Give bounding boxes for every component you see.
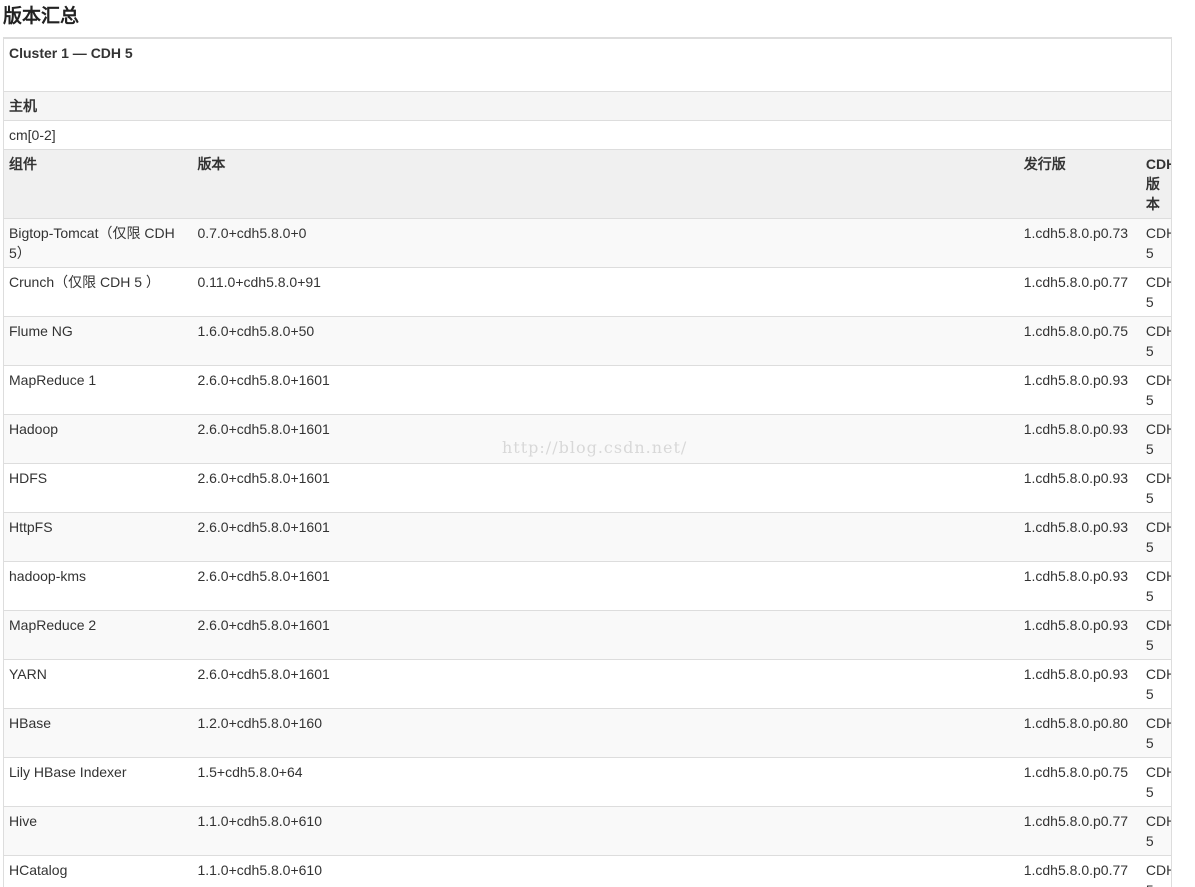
cell-version: 2.6.0+cdh5.8.0+1601 (192, 513, 1018, 562)
header-release: 发行版 (1019, 150, 1141, 219)
cell-version: 2.6.0+cdh5.8.0+1601 (192, 611, 1018, 660)
table-row: Lily HBase Indexer1.5+cdh5.8.0+641.cdh5.… (4, 758, 1172, 807)
cell-release: 1.cdh5.8.0.p0.93 (1019, 513, 1141, 562)
cell-version: 1.1.0+cdh5.8.0+610 (192, 856, 1018, 887)
table-row: HDFS2.6.0+cdh5.8.0+16011.cdh5.8.0.p0.93C… (4, 464, 1172, 513)
hosts-label-row: 主机 (4, 92, 1172, 121)
hosts-value: cm[0-2] (4, 121, 1172, 150)
hosts-value-row: cm[0-2] (4, 121, 1172, 150)
header-component: 组件 (4, 150, 192, 219)
cell-version: 1.2.0+cdh5.8.0+160 (192, 709, 1018, 758)
cell-cdh-version: CDH 5 (1141, 219, 1172, 268)
cell-component: HDFS (4, 464, 192, 513)
cell-component: Flume NG (4, 317, 192, 366)
page-title: 版本汇总 (3, 3, 79, 29)
cell-version: 1.1.0+cdh5.8.0+610 (192, 807, 1018, 856)
cell-release: 1.cdh5.8.0.p0.93 (1019, 464, 1141, 513)
cell-component: Crunch（仅限 CDH 5 ） (4, 268, 192, 317)
cell-cdh-version: CDH 5 (1141, 709, 1172, 758)
cell-cdh-version: CDH 5 (1141, 268, 1172, 317)
cell-cdh-version: CDH 5 (1141, 807, 1172, 856)
cell-cdh-version: CDH 5 (1141, 660, 1172, 709)
cell-component: MapReduce 1 (4, 366, 192, 415)
cell-cdh-version: CDH 5 (1141, 415, 1172, 464)
version-summary-table: Cluster 1 — CDH 5 主机 cm[0-2] 组件 版本 发行版 C… (4, 38, 1172, 887)
cluster-row: Cluster 1 — CDH 5 (4, 39, 1172, 92)
cell-version: 2.6.0+cdh5.8.0+1601 (192, 415, 1018, 464)
header-cdh-version: CDH 版本 (1141, 150, 1172, 219)
cell-component: HBase (4, 709, 192, 758)
table-row: YARN2.6.0+cdh5.8.0+16011.cdh5.8.0.p0.93C… (4, 660, 1172, 709)
hosts-label: 主机 (4, 92, 1172, 121)
cell-release: 1.cdh5.8.0.p0.93 (1019, 660, 1141, 709)
cell-component: Hive (4, 807, 192, 856)
cell-version: 2.6.0+cdh5.8.0+1601 (192, 660, 1018, 709)
cell-version: 2.6.0+cdh5.8.0+1601 (192, 562, 1018, 611)
cell-cdh-version: CDH 5 (1141, 317, 1172, 366)
cell-cdh-version: CDH 5 (1141, 562, 1172, 611)
cell-component: HCatalog (4, 856, 192, 887)
table-row: Crunch（仅限 CDH 5 ）0.11.0+cdh5.8.0+911.cdh… (4, 268, 1172, 317)
cell-component: hadoop-kms (4, 562, 192, 611)
cell-cdh-version: CDH 5 (1141, 856, 1172, 887)
cell-cdh-version: CDH 5 (1141, 366, 1172, 415)
cell-version: 1.6.0+cdh5.8.0+50 (192, 317, 1018, 366)
cell-component: HttpFS (4, 513, 192, 562)
cell-cdh-version: CDH 5 (1141, 513, 1172, 562)
table-row: Hadoop2.6.0+cdh5.8.0+16011.cdh5.8.0.p0.9… (4, 415, 1172, 464)
cell-release: 1.cdh5.8.0.p0.77 (1019, 807, 1141, 856)
cell-version: 0.11.0+cdh5.8.0+91 (192, 268, 1018, 317)
table-row: Hive1.1.0+cdh5.8.0+6101.cdh5.8.0.p0.77CD… (4, 807, 1172, 856)
cluster-name: Cluster 1 — CDH 5 (4, 39, 1172, 92)
cell-component: Bigtop-Tomcat（仅限 CDH 5） (4, 219, 192, 268)
table-row: MapReduce 22.6.0+cdh5.8.0+16011.cdh5.8.0… (4, 611, 1172, 660)
table-row: HttpFS2.6.0+cdh5.8.0+16011.cdh5.8.0.p0.9… (4, 513, 1172, 562)
cell-version: 0.7.0+cdh5.8.0+0 (192, 219, 1018, 268)
cell-version: 2.6.0+cdh5.8.0+1601 (192, 464, 1018, 513)
cell-component: YARN (4, 660, 192, 709)
cell-component: MapReduce 2 (4, 611, 192, 660)
cell-release: 1.cdh5.8.0.p0.93 (1019, 611, 1141, 660)
table-row: Bigtop-Tomcat（仅限 CDH 5）0.7.0+cdh5.8.0+01… (4, 219, 1172, 268)
cell-component: Lily HBase Indexer (4, 758, 192, 807)
table-row: hadoop-kms2.6.0+cdh5.8.0+16011.cdh5.8.0.… (4, 562, 1172, 611)
cell-cdh-version: CDH 5 (1141, 758, 1172, 807)
cell-component: Hadoop (4, 415, 192, 464)
cell-release: 1.cdh5.8.0.p0.77 (1019, 856, 1141, 887)
cell-release: 1.cdh5.8.0.p0.93 (1019, 366, 1141, 415)
cell-release: 1.cdh5.8.0.p0.75 (1019, 317, 1141, 366)
cell-release: 1.cdh5.8.0.p0.93 (1019, 562, 1141, 611)
cell-release: 1.cdh5.8.0.p0.80 (1019, 709, 1141, 758)
cell-release: 1.cdh5.8.0.p0.73 (1019, 219, 1141, 268)
cell-version: 2.6.0+cdh5.8.0+1601 (192, 366, 1018, 415)
table-row: MapReduce 12.6.0+cdh5.8.0+16011.cdh5.8.0… (4, 366, 1172, 415)
cell-version: 1.5+cdh5.8.0+64 (192, 758, 1018, 807)
header-version: 版本 (192, 150, 1018, 219)
cell-release: 1.cdh5.8.0.p0.77 (1019, 268, 1141, 317)
cell-cdh-version: CDH 5 (1141, 611, 1172, 660)
version-summary-panel: Cluster 1 — CDH 5 主机 cm[0-2] 组件 版本 发行版 C… (3, 37, 1172, 887)
table-row: Flume NG1.6.0+cdh5.8.0+501.cdh5.8.0.p0.7… (4, 317, 1172, 366)
cell-release: 1.cdh5.8.0.p0.75 (1019, 758, 1141, 807)
cell-cdh-version: CDH 5 (1141, 464, 1172, 513)
table-row: HBase1.2.0+cdh5.8.0+1601.cdh5.8.0.p0.80C… (4, 709, 1172, 758)
cell-release: 1.cdh5.8.0.p0.93 (1019, 415, 1141, 464)
table-header-row: 组件 版本 发行版 CDH 版本 (4, 150, 1172, 219)
table-row: HCatalog1.1.0+cdh5.8.0+6101.cdh5.8.0.p0.… (4, 856, 1172, 887)
